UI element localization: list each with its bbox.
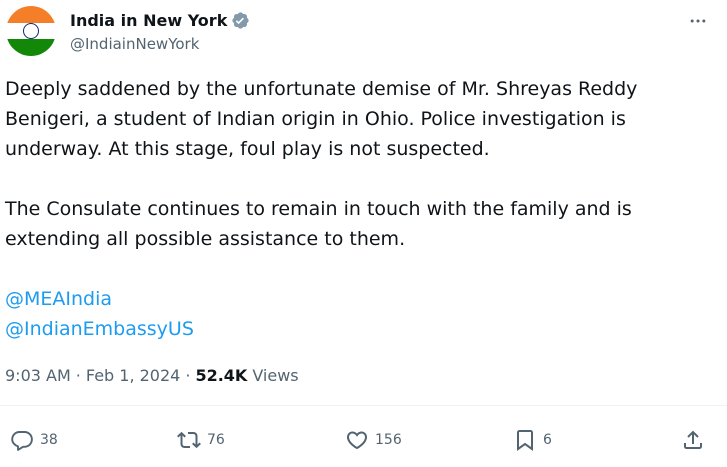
avatar[interactable] (6, 6, 56, 56)
tweet-body: Deeply saddened by the unfortunate demis… (5, 74, 710, 344)
flag-saffron-band (6, 6, 56, 23)
heart-icon (345, 428, 369, 452)
tweet-paragraph: Deeply saddened by the unfortunate demis… (5, 78, 638, 160)
bookmark-count: 6 (543, 432, 552, 448)
reply-button[interactable]: 38 (10, 424, 58, 456)
repost-button[interactable]: 76 (177, 424, 225, 456)
divider (0, 405, 727, 406)
author-handle[interactable]: @IndiainNewYork (70, 35, 199, 53)
mention-link[interactable]: @MEAIndia (5, 284, 710, 314)
share-icon (681, 428, 705, 452)
views-count: 52.4K (195, 366, 248, 385)
bookmark-button[interactable]: 6 (513, 424, 552, 456)
views-label: Views (252, 366, 299, 385)
flag-green-band (6, 39, 56, 56)
repost-icon (177, 428, 201, 452)
reply-icon (10, 428, 34, 452)
tweet-paragraph: The Consulate continues to remain in tou… (5, 198, 632, 250)
tweet-time[interactable]: 9:03 AM (5, 366, 71, 385)
bookmark-icon (513, 428, 537, 452)
author-name-row: India in New York (70, 9, 250, 31)
more-options-icon[interactable] (687, 10, 709, 32)
share-button[interactable] (681, 424, 705, 456)
action-bar: 38 76 156 6 (0, 424, 727, 456)
tweet-card: India in New York @IndiainNewYork Deeply… (0, 0, 727, 467)
author-display-name[interactable]: India in New York (70, 11, 227, 30)
reply-count: 38 (40, 432, 58, 448)
like-button[interactable]: 156 (345, 424, 402, 456)
verified-badge-icon[interactable] (231, 11, 250, 30)
mention-link[interactable]: @IndianEmbassyUS (5, 314, 710, 344)
meta-separator: · (185, 366, 191, 385)
tweet-metadata: 9:03 AM · Feb 1, 2024 · 52.4K Views (5, 366, 299, 385)
mentions-list: @MEAIndia @IndianEmbassyUS (5, 284, 710, 344)
ashoka-chakra-icon (23, 23, 39, 39)
like-count: 156 (375, 432, 402, 448)
tweet-date[interactable]: Feb 1, 2024 (86, 366, 180, 385)
repost-count: 76 (207, 432, 225, 448)
meta-separator: · (75, 366, 81, 385)
